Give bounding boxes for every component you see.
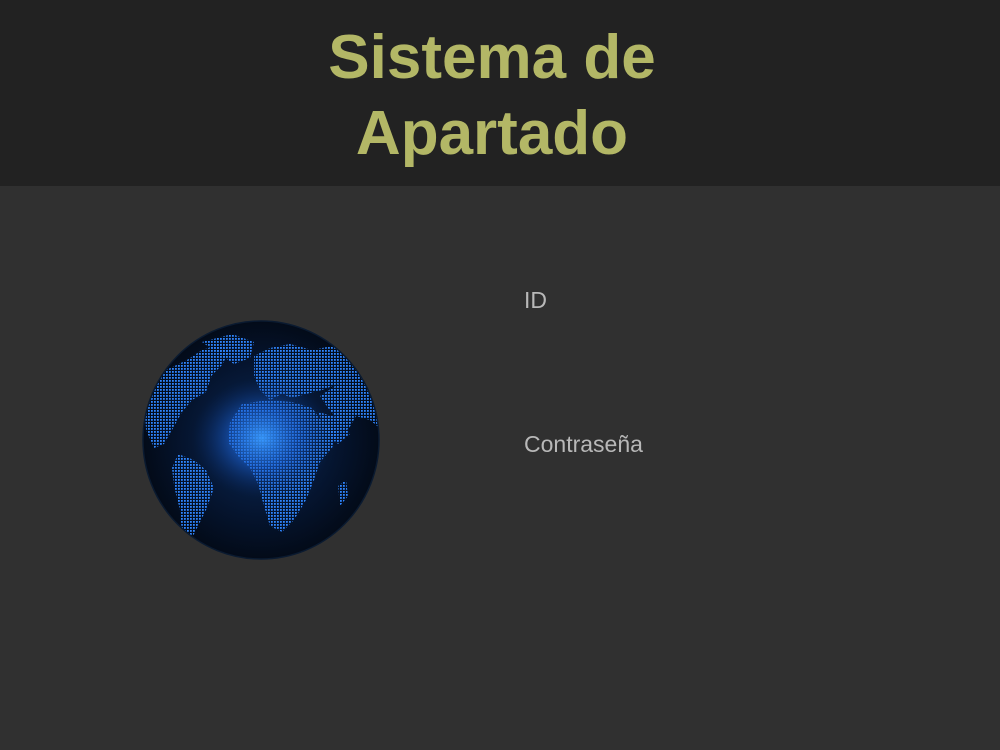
- page-title: Sistema de Apartado: [0, 20, 984, 172]
- password-input[interactable]: [524, 466, 824, 502]
- page-title-line-2: Apartado: [355, 99, 629, 168]
- globe-icon: [142, 320, 380, 560]
- id-input[interactable]: [524, 322, 824, 358]
- header-bar: Sistema de Apartado: [0, 0, 1000, 186]
- id-label: ID: [524, 287, 547, 313]
- page-title-line-1: Sistema de: [328, 23, 656, 92]
- password-label: Contraseña: [524, 431, 643, 457]
